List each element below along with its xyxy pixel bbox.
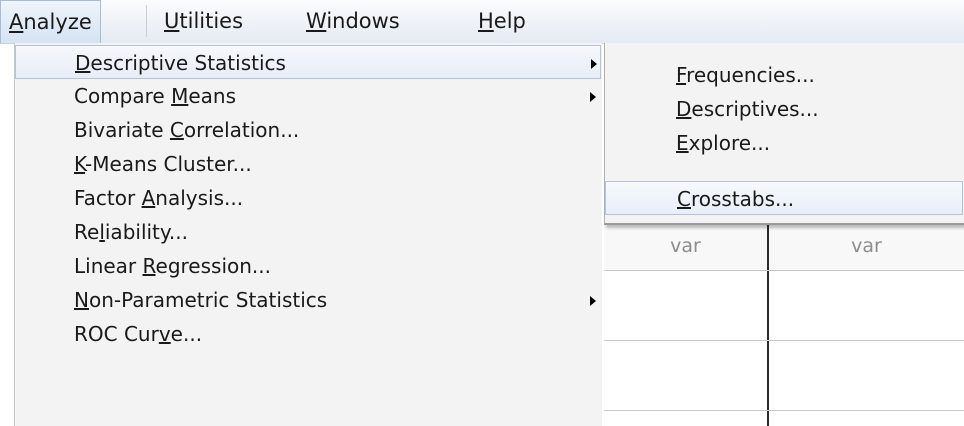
submenu-item-explore[interactable]: Explore... — [605, 126, 963, 160]
menu-item-descriptive-statistics[interactable]: Descriptive Statistics — [15, 45, 601, 79]
grid-cell[interactable] — [604, 341, 767, 410]
submenu-arrow-icon — [591, 59, 597, 69]
menu-item-label: Linear Regression... — [74, 254, 271, 278]
grid-cell[interactable] — [769, 341, 964, 410]
menu-item-label: Bivariate Correlation... — [74, 118, 300, 142]
column-header-var[interactable]: var — [604, 222, 767, 270]
descriptive-statistics-submenu: Frequencies... Descriptives... Explore..… — [604, 43, 964, 225]
menu-bar: Analyze Utilities Windows Help — [0, 0, 964, 44]
menu-item-label: Reliability... — [74, 220, 188, 244]
menu-item-roc-curve[interactable]: ROC Curve... — [15, 317, 601, 351]
menu-item-label: Compare Means — [74, 84, 237, 108]
submenu-item-descriptives[interactable]: Descriptives... — [605, 92, 963, 126]
menu-item-label: Descriptive Statistics — [75, 51, 286, 75]
menu-item-factor-analysis[interactable]: Factor Analysis... — [15, 181, 601, 215]
analyze-menu: Descriptive Statistics Compare Means Biv… — [14, 43, 602, 426]
menu-item-bivariate-correlation[interactable]: Bivariate Correlation... — [15, 113, 601, 147]
menu-item-label: Non-Parametric Statistics — [74, 288, 328, 312]
data-grid: var var — [604, 222, 964, 426]
column-header-var[interactable]: var — [769, 222, 964, 270]
menu-item-label: K-Means Cluster... — [74, 152, 252, 176]
grid-cell[interactable] — [604, 271, 767, 340]
menu-item-reliability[interactable]: Reliability... — [15, 215, 601, 249]
submenu-item-frequencies[interactable]: Frequencies... — [605, 58, 963, 92]
submenu-item-label: Explore... — [676, 131, 771, 155]
menu-item-non-parametric-statistics[interactable]: Non-Parametric Statistics — [15, 283, 601, 317]
submenu-item-label: Frequencies... — [676, 63, 815, 87]
menu-analyze[interactable]: Analyze — [0, 0, 101, 43]
menu-separator — [146, 5, 147, 37]
submenu-arrow-icon — [590, 92, 596, 102]
menu-windows[interactable]: Windows — [298, 0, 408, 43]
submenu-arrow-icon — [590, 296, 596, 306]
submenu-item-label: Descriptives... — [676, 97, 819, 121]
submenu-item-crosstabs[interactable]: Crosstabs... — [605, 181, 963, 215]
grid-row-line — [604, 410, 964, 411]
menu-item-linear-regression[interactable]: Linear Regression... — [15, 249, 601, 283]
submenu-item-label: Crosstabs... — [677, 187, 795, 211]
grid-cell[interactable] — [769, 271, 964, 340]
menu-item-k-means-cluster[interactable]: K-Means Cluster... — [15, 147, 601, 181]
menu-utilities[interactable]: Utilities — [156, 0, 251, 43]
menu-help[interactable]: Help — [470, 0, 534, 43]
menu-item-compare-means[interactable]: Compare Means — [15, 79, 601, 113]
menu-item-label: Factor Analysis... — [74, 186, 244, 210]
menu-item-label: ROC Curve... — [74, 322, 203, 346]
